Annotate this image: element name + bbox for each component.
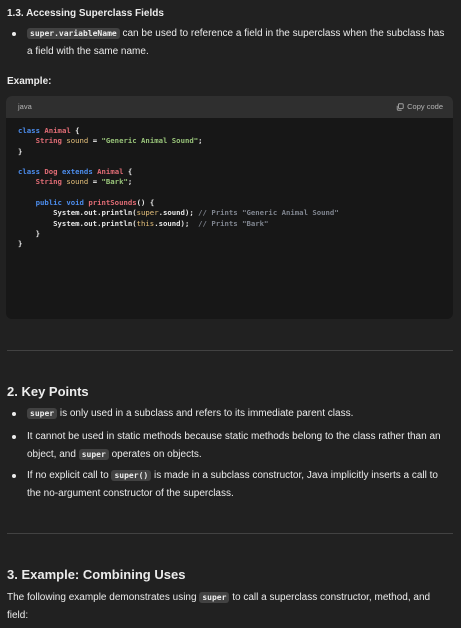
code-block: java Copy code class Animal { String sou…: [6, 96, 453, 319]
bullet-dot: [12, 474, 16, 478]
bullet-dot: [12, 412, 16, 416]
chat-message: 1.3. Accessing Superclass Fields super.v…: [0, 0, 461, 628]
bullet-dot: [12, 32, 16, 36]
section-heading-2: 2. Key Points: [7, 384, 89, 399]
code-block-header: java Copy code: [6, 96, 453, 118]
inline-code: super: [78, 448, 109, 460]
list-item: It cannot be used in static methods beca…: [12, 428, 452, 463]
divider: [7, 533, 453, 534]
list-item: If no explicit call to super() is made i…: [12, 467, 452, 502]
example-label: Example:: [7, 76, 52, 87]
paragraph: The following example demonstrates using…: [7, 592, 431, 621]
list-item: super is only used in a subclass and ref…: [12, 405, 452, 423]
divider: [7, 350, 453, 351]
bullet-dot: [12, 435, 16, 439]
inline-code: super: [199, 592, 230, 603]
inline-code: super.variableName: [27, 28, 120, 39]
inline-code: super(): [111, 470, 152, 481]
code-language: java: [18, 102, 32, 112]
copy-icon: [396, 103, 404, 111]
section-heading-3: 3. Example: Combining Uses: [7, 567, 186, 582]
code-content[interactable]: class Animal { String sound = "Generic A…: [6, 118, 453, 258]
copy-code-label: Copy code: [407, 102, 443, 112]
copy-code-button[interactable]: Copy code: [396, 100, 443, 113]
inline-code: super: [27, 408, 58, 419]
list-item: super.variableName can be used to refere…: [12, 25, 452, 60]
section-heading-1-3: 1.3. Accessing Superclass Fields: [7, 8, 164, 19]
